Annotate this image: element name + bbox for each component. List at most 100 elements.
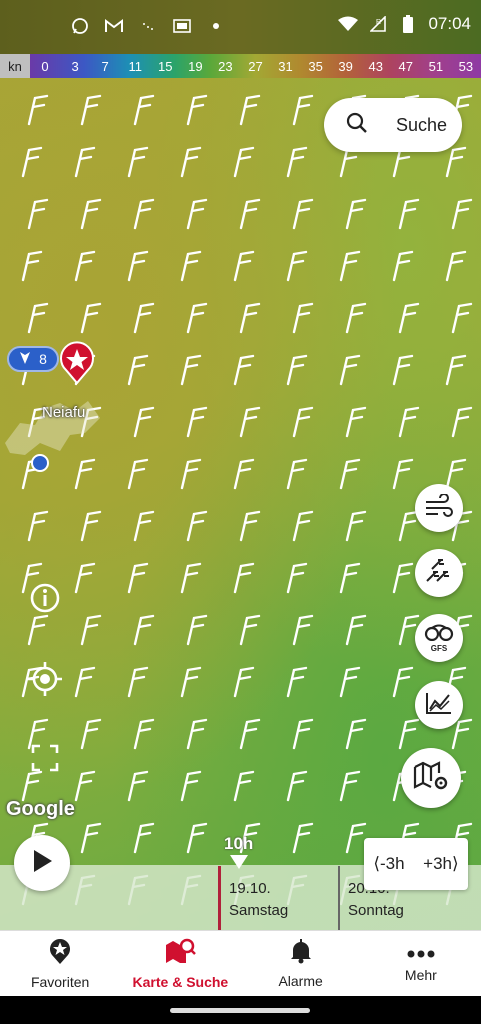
nav-favoriten[interactable]: Favoriten bbox=[0, 931, 120, 996]
wind-barb-icon bbox=[292, 406, 314, 438]
wind-barb-icon bbox=[186, 718, 208, 750]
wind-barb-icon bbox=[180, 354, 202, 386]
wind-barb-icon bbox=[292, 718, 314, 750]
wind-barb-icon bbox=[345, 718, 367, 750]
scale-value: 27 bbox=[248, 58, 263, 74]
wind-barb-icon bbox=[80, 718, 102, 750]
scale-value: 31 bbox=[278, 58, 293, 74]
scale-value: 47 bbox=[398, 58, 414, 74]
search-button[interactable]: Suche bbox=[324, 98, 462, 152]
wind-barb-icon bbox=[133, 510, 155, 542]
chart-button[interactable] bbox=[415, 681, 463, 729]
wind-barb-icon bbox=[445, 458, 467, 490]
scale-value: 23 bbox=[218, 58, 233, 74]
wind-barbs-button[interactable] bbox=[415, 549, 463, 597]
wind-barb-icon bbox=[292, 302, 314, 334]
wind-layer-button[interactable] bbox=[415, 484, 463, 532]
chart-icon bbox=[425, 691, 453, 720]
wind-barb-icon bbox=[186, 198, 208, 230]
wind-barb-icon bbox=[180, 250, 202, 282]
scale-value: 39 bbox=[338, 58, 353, 74]
location-dot[interactable] bbox=[31, 454, 49, 472]
wind-barb-icon bbox=[127, 666, 149, 698]
scale-value: 15 bbox=[158, 58, 173, 74]
svg-text:R: R bbox=[376, 19, 381, 26]
wind-barb-icon bbox=[233, 666, 255, 698]
nav-karte-suche[interactable]: Karte & Suche bbox=[120, 931, 240, 996]
wind-barb-icon bbox=[233, 770, 255, 802]
scale-value: 51 bbox=[428, 58, 444, 74]
wind-barb-icon bbox=[239, 94, 261, 126]
wind-barb-icon bbox=[21, 146, 43, 178]
clock: 07:04 bbox=[428, 14, 471, 33]
day-weekday: Sonntag bbox=[348, 902, 404, 919]
step-forward-button[interactable]: +3h⟩ bbox=[423, 854, 458, 874]
wind-barb-icon bbox=[127, 250, 149, 282]
wind-barb-icon bbox=[80, 198, 102, 230]
wind-barb-icon bbox=[345, 198, 367, 230]
wind-barb-icon bbox=[451, 406, 473, 438]
forecast-model-button[interactable]: GFS bbox=[415, 614, 463, 662]
wind-barb-icon bbox=[398, 406, 420, 438]
map-settings-button[interactable] bbox=[401, 748, 461, 808]
nav-label: Alarme bbox=[278, 973, 323, 989]
map-pin-icon bbox=[164, 937, 197, 968]
signal-icon: R bbox=[368, 14, 388, 34]
wind-barb-icon bbox=[186, 510, 208, 542]
wind-barb-icon bbox=[74, 250, 96, 282]
bottom-navigation: Favoriten Karte & Suche Alarme Mehr bbox=[0, 930, 481, 996]
favorite-location-pin[interactable] bbox=[58, 340, 96, 385]
home-gesture-bar[interactable] bbox=[170, 1008, 310, 1013]
scale-value: 35 bbox=[308, 58, 323, 74]
wind-barb-icon bbox=[445, 146, 467, 178]
wind-barb-icon bbox=[180, 562, 202, 594]
wind-barb-icon bbox=[286, 250, 308, 282]
wind-barb-icon bbox=[27, 94, 49, 126]
wind-barb-icon bbox=[127, 146, 149, 178]
nav-mehr[interactable]: Mehr bbox=[361, 931, 481, 996]
dots-icon bbox=[138, 16, 158, 36]
wind-barb-icon bbox=[233, 146, 255, 178]
wind-station-marker[interactable]: 8 bbox=[7, 346, 59, 372]
nav-label: Favoriten bbox=[30, 974, 90, 990]
wind-barb-icon bbox=[21, 250, 43, 282]
wind-barb-icon bbox=[292, 510, 314, 542]
step-back-button[interactable]: ⟨-3h bbox=[373, 854, 404, 874]
nav-alarme[interactable]: Alarme bbox=[241, 931, 361, 996]
wind-barb-icon bbox=[127, 354, 149, 386]
wind-barb-icon bbox=[133, 94, 155, 126]
info-button[interactable] bbox=[25, 580, 65, 620]
wind-barb-icon bbox=[339, 770, 361, 802]
wind-barb-icon bbox=[345, 510, 367, 542]
wind-barb-icon bbox=[392, 354, 414, 386]
fullscreen-icon bbox=[31, 744, 59, 777]
wind-barb-icon bbox=[239, 406, 261, 438]
wind-barb-icon bbox=[451, 718, 473, 750]
wind-barb-icon bbox=[398, 510, 420, 542]
scale-value: 43 bbox=[368, 58, 383, 74]
timeline-day[interactable]: 19.10. Samstag bbox=[218, 866, 288, 930]
fullscreen-button[interactable] bbox=[25, 740, 65, 780]
wind-barb-icon bbox=[186, 302, 208, 334]
wind-barb-icon bbox=[339, 666, 361, 698]
wind-barb-icon bbox=[233, 354, 255, 386]
wind-barb-icon bbox=[451, 302, 473, 334]
wind-barbs-icon bbox=[424, 558, 454, 588]
direction-arrow-icon bbox=[19, 351, 31, 368]
wind-barb-icon bbox=[133, 302, 155, 334]
wind-barb-icon bbox=[80, 510, 102, 542]
play-icon bbox=[31, 849, 53, 878]
wind-barb-icon bbox=[74, 562, 96, 594]
day-date: 19.10. bbox=[229, 880, 271, 897]
wind-barb-icon bbox=[339, 250, 361, 282]
my-location-button[interactable] bbox=[25, 661, 65, 701]
map-settings-icon bbox=[413, 760, 449, 796]
gmail-icon bbox=[104, 16, 124, 36]
step-back-label: -3h bbox=[379, 854, 405, 873]
place-label[interactable]: Neiafu bbox=[42, 404, 85, 421]
play-button[interactable] bbox=[14, 835, 70, 891]
gb-icon bbox=[172, 16, 192, 36]
search-icon bbox=[346, 112, 368, 139]
wind-barb-icon bbox=[445, 250, 467, 282]
wind-barb-icon bbox=[180, 458, 202, 490]
